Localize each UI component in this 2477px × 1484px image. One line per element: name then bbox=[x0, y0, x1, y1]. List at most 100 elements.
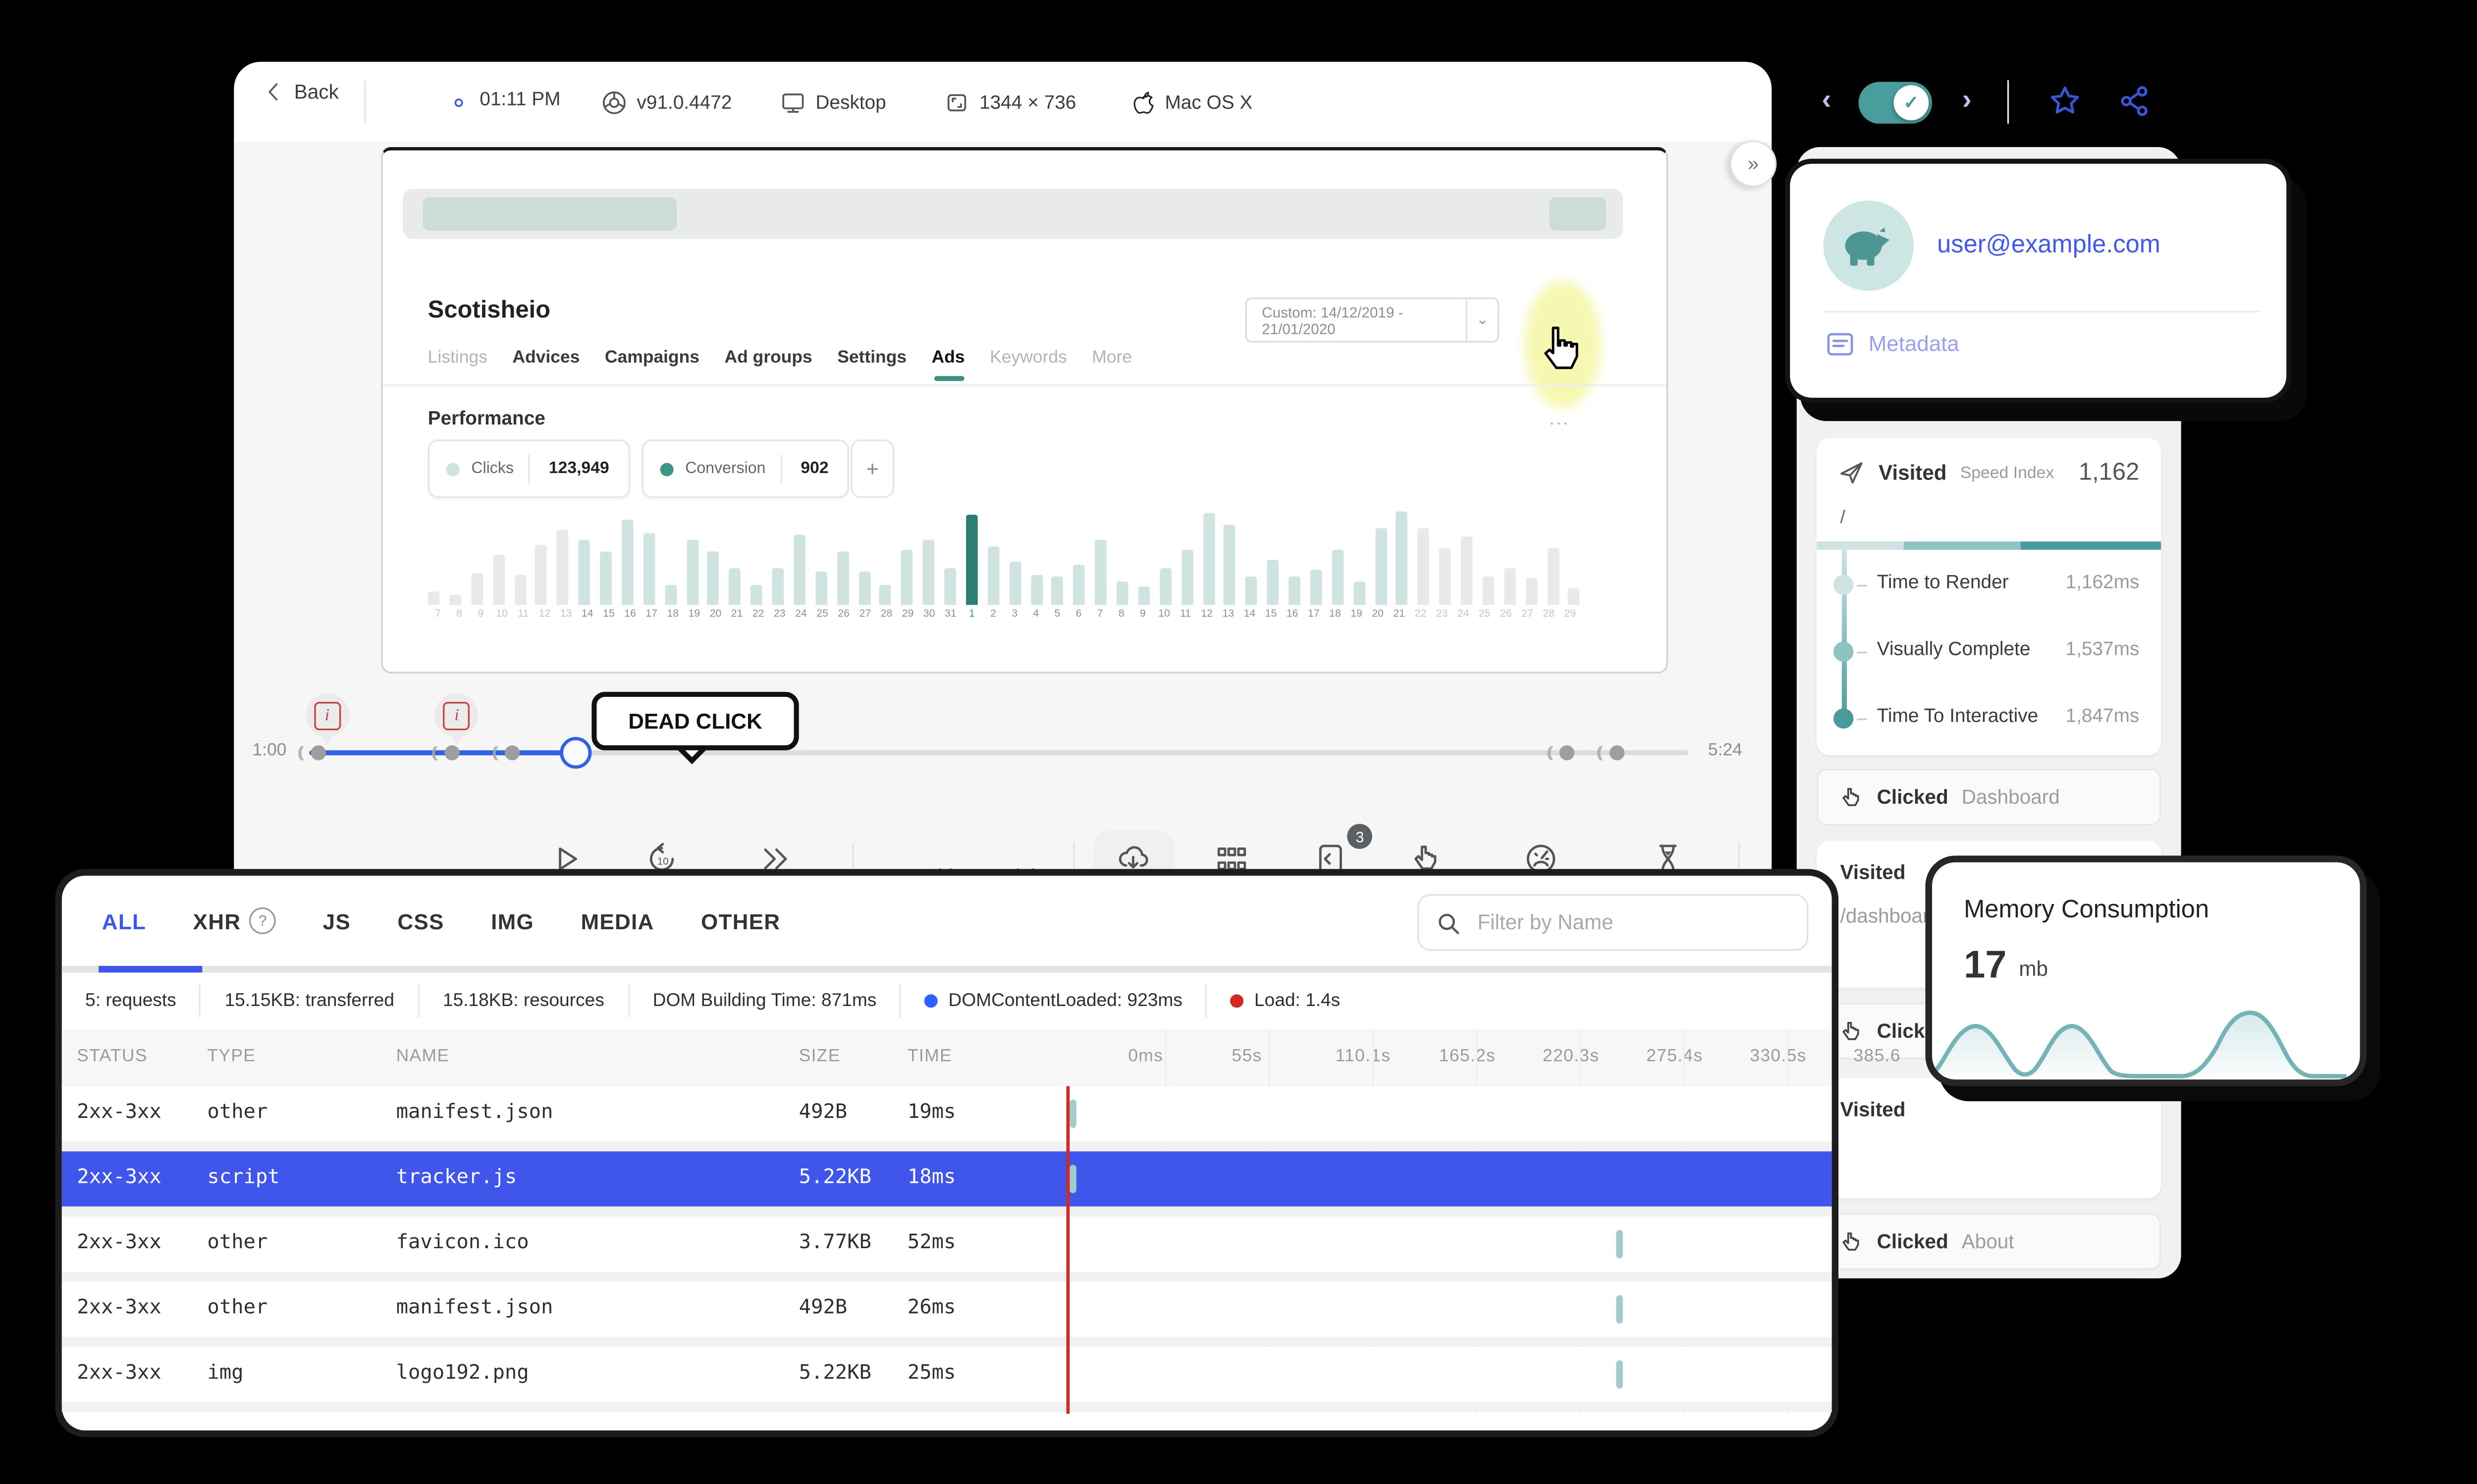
page-tab-keywords[interactable]: Keywords bbox=[990, 348, 1067, 381]
metadata-doc-icon bbox=[1827, 332, 1853, 355]
chart-x-label: 29 bbox=[902, 608, 914, 620]
progress-segment bbox=[2020, 541, 2161, 550]
chart-x-label: 4 bbox=[1033, 608, 1039, 620]
collapse-sidebar-button[interactable]: » bbox=[1729, 140, 1777, 187]
page-tab-advices[interactable]: Advices bbox=[512, 348, 580, 381]
chart-x-label: 11 bbox=[1180, 608, 1191, 620]
chart-x-label: 23 bbox=[1436, 608, 1448, 620]
filter-by-name-input[interactable] bbox=[1474, 909, 1765, 936]
back-button[interactable]: Back bbox=[263, 80, 339, 104]
device-info: Desktop bbox=[781, 90, 886, 115]
bar-chart-x-labels: 7 8 9 10 11 12 13 14 15 16 17 18 19 20 21 22 23 24 25 26 27 2… bbox=[428, 608, 1581, 620]
network-request-row[interactable]: 2xx-3xx img logo192.png 5.22KB 25ms bbox=[61, 1347, 1832, 1402]
load-metric-row: Visually Complete 1,537ms bbox=[1817, 635, 2161, 668]
network-request-row[interactable]: 2xx-3xx other manifest.json 492B 26ms bbox=[61, 1281, 1832, 1337]
metric-tick bbox=[1857, 651, 1867, 654]
metric-dot bbox=[1833, 641, 1854, 662]
chevron-down-icon: ⌄ bbox=[1476, 311, 1489, 328]
timeline-track[interactable]: (((((((((( bbox=[297, 737, 1688, 769]
event-dot-ripple: (( bbox=[297, 743, 304, 761]
cell-size: 492B bbox=[799, 1099, 848, 1123]
share-button[interactable] bbox=[2119, 85, 2151, 117]
chart-bar bbox=[794, 535, 806, 605]
network-tab-js[interactable]: JS bbox=[323, 908, 351, 934]
network-request-row[interactable]: 2xx-3xx other favicon.ico 3.77KB 52ms bbox=[61, 1217, 1832, 1272]
rhino-avatar-icon bbox=[1845, 227, 1889, 266]
chart-x-label: 10 bbox=[1158, 608, 1170, 620]
overflow-menu[interactable]: ... bbox=[1549, 410, 1569, 429]
network-tab-css[interactable]: CSS bbox=[397, 908, 444, 934]
session-status-toggle[interactable]: ✓ bbox=[1858, 82, 1932, 124]
chart-bar bbox=[751, 585, 762, 605]
cell-name: favicon.ico bbox=[396, 1230, 529, 1254]
page-tab-ads[interactable]: Ads bbox=[932, 348, 965, 381]
chart-bar bbox=[1482, 576, 1494, 605]
india-flag-icon bbox=[443, 91, 470, 109]
chart-bar bbox=[1353, 582, 1365, 605]
user-card: user@example.com Metadata bbox=[1785, 159, 2292, 403]
metric-chip-clicks[interactable]: Clicks 123,949 bbox=[428, 439, 630, 498]
page-tab-listings[interactable]: Listings bbox=[428, 348, 487, 381]
date-range-value: Custom: 14/12/2019 - 21/01/2020 bbox=[1262, 303, 1403, 337]
stat-text: DOM Building Time: 871ms bbox=[652, 991, 877, 1011]
help-icon[interactable]: ? bbox=[249, 907, 276, 934]
page-tab-campaigns[interactable]: Campaigns bbox=[605, 348, 700, 381]
network-request-row[interactable]: 2xx-3xx other manifest.json 492B 19ms bbox=[61, 1086, 1832, 1142]
chart-x-label: 13 bbox=[560, 608, 572, 620]
cell-status: 2xx-3xx bbox=[77, 1360, 162, 1384]
metric-label: Time to Render bbox=[1877, 573, 2009, 593]
network-tab-media[interactable]: MEDIA bbox=[581, 908, 654, 934]
chart-x-label: 14 bbox=[581, 608, 593, 620]
network-tab-all[interactable]: ALL bbox=[102, 908, 146, 934]
console-badge: 3 bbox=[1347, 824, 1373, 849]
next-session-button[interactable]: › bbox=[1962, 84, 1972, 117]
page-tab-ad-groups[interactable]: Ad groups bbox=[724, 348, 812, 381]
page-tab-more[interactable]: More bbox=[1092, 348, 1132, 381]
user-email[interactable]: user@example.com bbox=[1937, 231, 2160, 259]
chart-bar bbox=[1159, 568, 1172, 605]
issue-pin[interactable]: i bbox=[305, 693, 349, 745]
chart-x-label: 16 bbox=[1286, 608, 1298, 620]
metadata-button[interactable]: Metadata bbox=[1827, 331, 1959, 356]
apple-icon bbox=[1133, 91, 1154, 114]
chart-x-label: 20 bbox=[1372, 608, 1384, 620]
page-tab-settings[interactable]: Settings bbox=[837, 348, 907, 381]
visited-event-card[interactable]: Visited Speed Index 1,162 / Time to Rend… bbox=[1817, 437, 2161, 755]
timeline-column-header: 275.4s bbox=[1646, 1046, 1703, 1066]
metric-tick bbox=[1857, 584, 1867, 587]
chart-x-label: 30 bbox=[923, 608, 935, 620]
waterfall-bar bbox=[1070, 1165, 1077, 1193]
network-request-row[interactable]: 2xx-3xx script tracker.js 5.22KB 18ms bbox=[61, 1151, 1832, 1207]
cell-type: img bbox=[207, 1360, 244, 1384]
avatar bbox=[1823, 200, 1914, 291]
chart-x-label: 5 bbox=[1054, 608, 1061, 620]
cell-size: 3.77KB bbox=[799, 1230, 871, 1254]
chart-bar bbox=[535, 544, 547, 605]
network-tab-xhr[interactable]: XHR? bbox=[193, 907, 276, 934]
metric-chip-conversion[interactable]: Conversion 902 bbox=[642, 439, 849, 498]
progress-segment bbox=[1902, 541, 2020, 550]
chart-x-label: 11 bbox=[518, 608, 529, 620]
clicked-event-row[interactable]: Clicked About bbox=[1817, 1213, 2161, 1271]
favorite-star-button[interactable] bbox=[2049, 85, 2081, 117]
page-title: Scotisheio bbox=[428, 297, 551, 324]
os-label: Mac OS X bbox=[1165, 93, 1253, 114]
add-metric-button[interactable]: + bbox=[851, 439, 894, 498]
chart-x-label: 6 bbox=[1076, 608, 1082, 620]
metric-value: 123,949 bbox=[548, 459, 609, 478]
cell-type: other bbox=[207, 1099, 268, 1123]
date-range-selector[interactable]: Custom: 14/12/2019 - 21/01/2020 ⌄ bbox=[1245, 297, 1500, 343]
chart-x-label: 9 bbox=[478, 608, 484, 620]
chart-bar bbox=[944, 568, 956, 605]
network-tab-other[interactable]: OTHER bbox=[701, 908, 780, 934]
visited-event-card[interactable]: Visited bbox=[1817, 1078, 2161, 1198]
clicked-event-row[interactable]: Clicked Dashboard bbox=[1817, 768, 2161, 826]
column-header-status: STATUS bbox=[77, 1046, 148, 1066]
chart-bar bbox=[1138, 586, 1150, 605]
network-tab-img[interactable]: IMG bbox=[491, 908, 534, 934]
chart-bar bbox=[1374, 527, 1387, 605]
network-tab-label: ALL bbox=[102, 908, 147, 934]
chart-bar bbox=[1030, 575, 1042, 605]
prev-session-button[interactable]: ‹ bbox=[1822, 84, 1831, 117]
memory-card-title: Memory Consumption bbox=[1964, 896, 2209, 924]
